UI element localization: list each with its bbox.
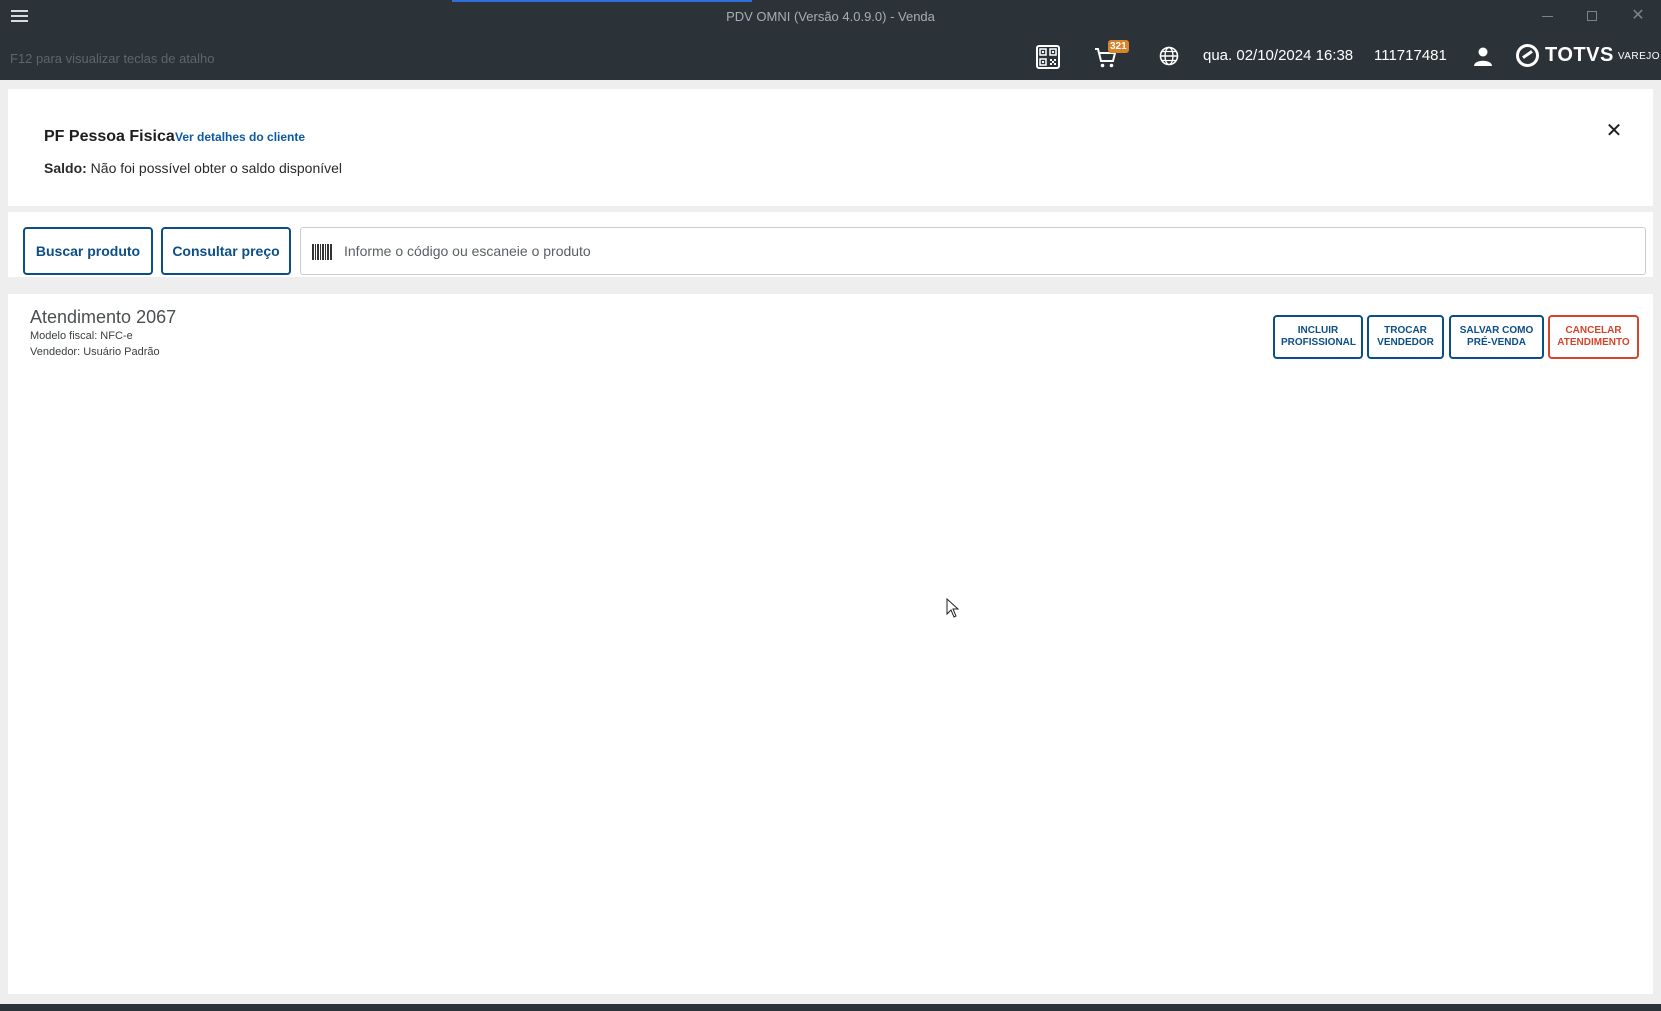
change-seller-button[interactable]: TROCAR VENDEDOR — [1367, 315, 1444, 359]
client-details-link[interactable]: Ver detalhes do cliente — [175, 130, 305, 144]
save-presale-label-2: PRÉ-VENDA — [1467, 337, 1526, 348]
product-code-field[interactable] — [300, 227, 1646, 275]
cart-button[interactable]: 321 — [1094, 40, 1129, 70]
brand-subtitle: VAREJO — [1617, 50, 1661, 62]
sale-panel: Atendimento 2067 Modelo fiscal: NFC-e Ve… — [8, 294, 1653, 994]
cancel-service-label-2: ATENDIMENTO — [1557, 337, 1630, 348]
seller-name: Vendedor: Usuário Padrão — [30, 346, 160, 358]
include-professional-label-1: INCLUIR — [1297, 325, 1339, 336]
include-professional-label-2: PROFISSIONAL — [1281, 337, 1357, 348]
save-presale-button[interactable]: SALVAR COMO PRÉ-VENDA — [1449, 315, 1544, 359]
cancel-service-button[interactable]: CANCELAR ATENDIMENTO — [1548, 315, 1639, 359]
include-professional-button[interactable]: INCLUIR PROFISSIONAL — [1273, 315, 1363, 359]
change-seller-label-1: TROCAR — [1384, 325, 1427, 336]
change-seller-label-2: VENDEDOR — [1377, 337, 1434, 348]
window-title: PDV OMNI (Versão 4.0.9.0) - Venda — [726, 9, 935, 24]
barcode-icon — [312, 244, 332, 260]
product-search-row: Buscar produto Consultar preço — [8, 212, 1653, 277]
window-bottom-edge — [0, 1004, 1661, 1011]
totvs-brand-logo: TOTVS VAREJO — [1516, 42, 1660, 68]
totvs-logo-icon — [1516, 43, 1539, 67]
client-panel: PF Pessoa Fisica Ver detalhes do cliente… — [8, 89, 1653, 206]
titlebar-accent-line — [452, 0, 752, 2]
window-titlebar: PDV OMNI (Versão 4.0.9.0) - Venda ✕ — [0, 0, 1661, 32]
qr-code-icon[interactable] — [1036, 45, 1060, 69]
minimize-button[interactable] — [1532, 5, 1562, 27]
service-title: Atendimento 2067 — [30, 307, 177, 327]
current-datetime: qua. 02/10/2024 16:38 — [1203, 47, 1354, 64]
close-window-button[interactable]: ✕ — [1623, 5, 1653, 27]
shortcut-hint: F12 para visualizar teclas de atalho — [10, 51, 215, 66]
client-balance: Saldo: Não foi possível obter o saldo di… — [44, 160, 342, 176]
close-icon[interactable]: ✕ — [1602, 119, 1626, 143]
globe-icon[interactable] — [1159, 46, 1179, 66]
cart-count-badge: 321 — [1108, 40, 1129, 53]
check-price-button[interactable]: Consultar preço — [161, 227, 291, 275]
client-name: PF Pessoa Fisica — [44, 128, 175, 145]
search-product-button[interactable]: Buscar produto — [23, 227, 153, 275]
product-code-input[interactable] — [344, 228, 1634, 274]
user-code: 111717481 — [1374, 47, 1447, 64]
cancel-service-label-1: CANCELAR — [1565, 325, 1622, 336]
balance-text: Não foi possível obter o saldo disponíve… — [90, 160, 343, 176]
user-icon[interactable] — [1472, 45, 1494, 67]
save-presale-label-1: SALVAR COMO — [1459, 325, 1534, 336]
maximize-button[interactable] — [1577, 5, 1607, 27]
fiscal-model: Modelo fiscal: NFC-e — [30, 330, 133, 342]
brand-name: TOTVS — [1545, 43, 1614, 66]
app-header: F12 para visualizar teclas de atalho 321 — [0, 32, 1661, 80]
balance-label: Saldo: — [44, 160, 87, 176]
